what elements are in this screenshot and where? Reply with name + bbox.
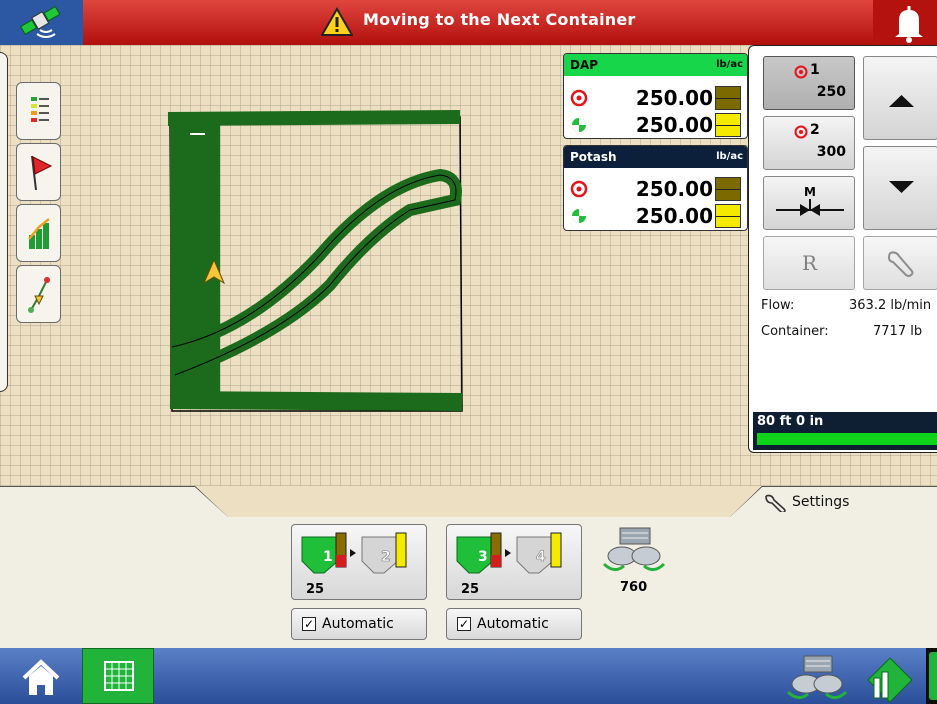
target-rate-value: 250.00 bbox=[635, 177, 713, 201]
valve-icon bbox=[776, 199, 844, 216]
automatic-checkbox[interactable]: ✓ bbox=[457, 617, 471, 631]
rate-bar bbox=[715, 177, 741, 201]
implement-width-fill bbox=[757, 433, 937, 445]
flag-icon bbox=[31, 155, 53, 191]
spinner-rpm-value: 760 bbox=[620, 580, 648, 595]
alarm-button[interactable] bbox=[873, 0, 937, 45]
automatic-checkbox[interactable]: ✓ bbox=[302, 617, 316, 631]
section-control-1[interactable]: 1 2 25 bbox=[291, 524, 427, 600]
product-stack-icon bbox=[867, 657, 913, 703]
nav-edge-button[interactable] bbox=[926, 648, 937, 704]
target-rate-row: 250.00 bbox=[564, 85, 747, 111]
legend-tool-button[interactable] bbox=[16, 82, 61, 140]
rate-bar bbox=[715, 113, 741, 137]
prescription-button[interactable]: R bbox=[763, 236, 855, 290]
section-count: 25 bbox=[461, 582, 480, 597]
map-tools-panel bbox=[0, 52, 8, 392]
rate-control-panel: 1 250 2 300 M R Flow: 363.2 lb/min Conta… bbox=[748, 45, 937, 453]
home-button[interactable] bbox=[0, 648, 82, 704]
arrow-up-icon bbox=[889, 95, 914, 107]
target-icon bbox=[794, 125, 808, 139]
container-label: Container: bbox=[761, 324, 829, 339]
container-value: 7717 lb bbox=[873, 324, 923, 339]
calibration-button[interactable] bbox=[863, 236, 937, 290]
guidance-line-icon bbox=[28, 277, 50, 313]
bar-chart-icon bbox=[28, 218, 50, 249]
flow-value: 363.2 lb/min bbox=[849, 298, 932, 313]
satellite-icon bbox=[19, 5, 61, 38]
preset-label: 2 bbox=[810, 122, 820, 138]
target-icon bbox=[570, 180, 588, 198]
automatic-label: Automatic bbox=[322, 616, 394, 632]
rate-preset-2-button[interactable]: 2 300 bbox=[763, 116, 855, 170]
section-a-number: 3 bbox=[478, 549, 488, 565]
automatic-toggle-1[interactable]: ✓ Automatic bbox=[291, 608, 427, 640]
spinner-nav-button[interactable] bbox=[780, 650, 850, 704]
automatic-toggle-2[interactable]: ✓ Automatic bbox=[446, 608, 582, 640]
section-a-number: 1 bbox=[323, 549, 333, 565]
section-b-number: 2 bbox=[381, 549, 391, 565]
product-header: DAP lb/ac bbox=[564, 54, 747, 76]
map-view-button[interactable] bbox=[82, 648, 154, 704]
product-name: DAP bbox=[570, 58, 599, 72]
warning-icon bbox=[321, 7, 353, 36]
actual-rate-icon bbox=[572, 209, 586, 223]
spinner-icon bbox=[602, 527, 666, 571]
actual-rate-row: 250.00 bbox=[564, 112, 747, 138]
manual-valve-button[interactable]: M bbox=[763, 176, 855, 230]
bin-sections-icon: 3 4 bbox=[456, 532, 562, 574]
product-unit: lb/ac bbox=[716, 151, 743, 162]
preset-value: 250 bbox=[816, 84, 846, 100]
spinner-icon bbox=[786, 655, 848, 699]
section-control-2[interactable]: 3 4 25 bbox=[446, 524, 582, 600]
section-count: 25 bbox=[306, 582, 325, 597]
target-rate-value: 250.00 bbox=[635, 86, 713, 110]
home-icon bbox=[22, 659, 60, 695]
target-icon bbox=[794, 65, 808, 79]
rate-preset-1-button[interactable]: 1 250 bbox=[763, 56, 855, 110]
product-header: Potash lb/ac bbox=[564, 146, 747, 168]
top-bar: Moving to the Next Container bbox=[0, 0, 937, 45]
preset-label: 1 bbox=[810, 62, 820, 78]
rate-decrease-button[interactable] bbox=[863, 146, 937, 230]
product-panel-potash[interactable]: Potash lb/ac 250.00 250.00 bbox=[563, 145, 748, 231]
product-nav-button[interactable] bbox=[860, 650, 920, 704]
product-panel-dap[interactable]: DAP lb/ac 250.00 250.00 bbox=[563, 53, 748, 139]
rate-increase-button[interactable] bbox=[863, 56, 937, 140]
flow-label: Flow: bbox=[761, 298, 795, 313]
grid-icon bbox=[104, 661, 134, 691]
alert-title: Moving to the Next Container bbox=[363, 10, 636, 29]
actual-rate-icon bbox=[572, 118, 586, 132]
wrench-icon bbox=[888, 251, 914, 277]
actual-rate-value: 250.00 bbox=[635, 113, 713, 137]
settings-label: Settings bbox=[792, 494, 850, 510]
guidance-tool-button[interactable] bbox=[16, 265, 61, 323]
implement-width-bar: 80 ft 0 in bbox=[753, 412, 937, 450]
yield-chart-tool-button[interactable] bbox=[16, 204, 61, 262]
alert-banner[interactable]: Moving to the Next Container bbox=[83, 0, 873, 45]
bell-icon bbox=[895, 6, 923, 43]
target-rate-row: 250.00 bbox=[564, 176, 747, 202]
wrench-icon bbox=[765, 494, 786, 512]
section-b-number: 4 bbox=[536, 549, 546, 565]
actual-rate-value: 250.00 bbox=[635, 204, 713, 228]
bottom-navigation bbox=[0, 648, 937, 704]
rate-bar bbox=[715, 86, 741, 110]
prescription-icon: R bbox=[802, 251, 818, 275]
preset-value: 300 bbox=[816, 144, 846, 160]
target-icon bbox=[570, 89, 588, 107]
flag-tool-button[interactable] bbox=[16, 143, 61, 201]
automatic-label: Automatic bbox=[477, 616, 549, 632]
actual-rate-row: 250.00 bbox=[564, 203, 747, 229]
legend-icon bbox=[31, 97, 49, 122]
arrow-down-icon bbox=[889, 181, 914, 193]
rate-bar bbox=[715, 204, 741, 228]
spinner-status[interactable]: 760 bbox=[598, 524, 670, 596]
product-unit: lb/ac bbox=[716, 59, 743, 70]
product-name: Potash bbox=[570, 150, 617, 164]
implement-width-label: 80 ft 0 in bbox=[757, 414, 824, 429]
gps-status-button[interactable] bbox=[0, 0, 83, 45]
bin-sections-icon: 1 2 bbox=[301, 532, 407, 574]
